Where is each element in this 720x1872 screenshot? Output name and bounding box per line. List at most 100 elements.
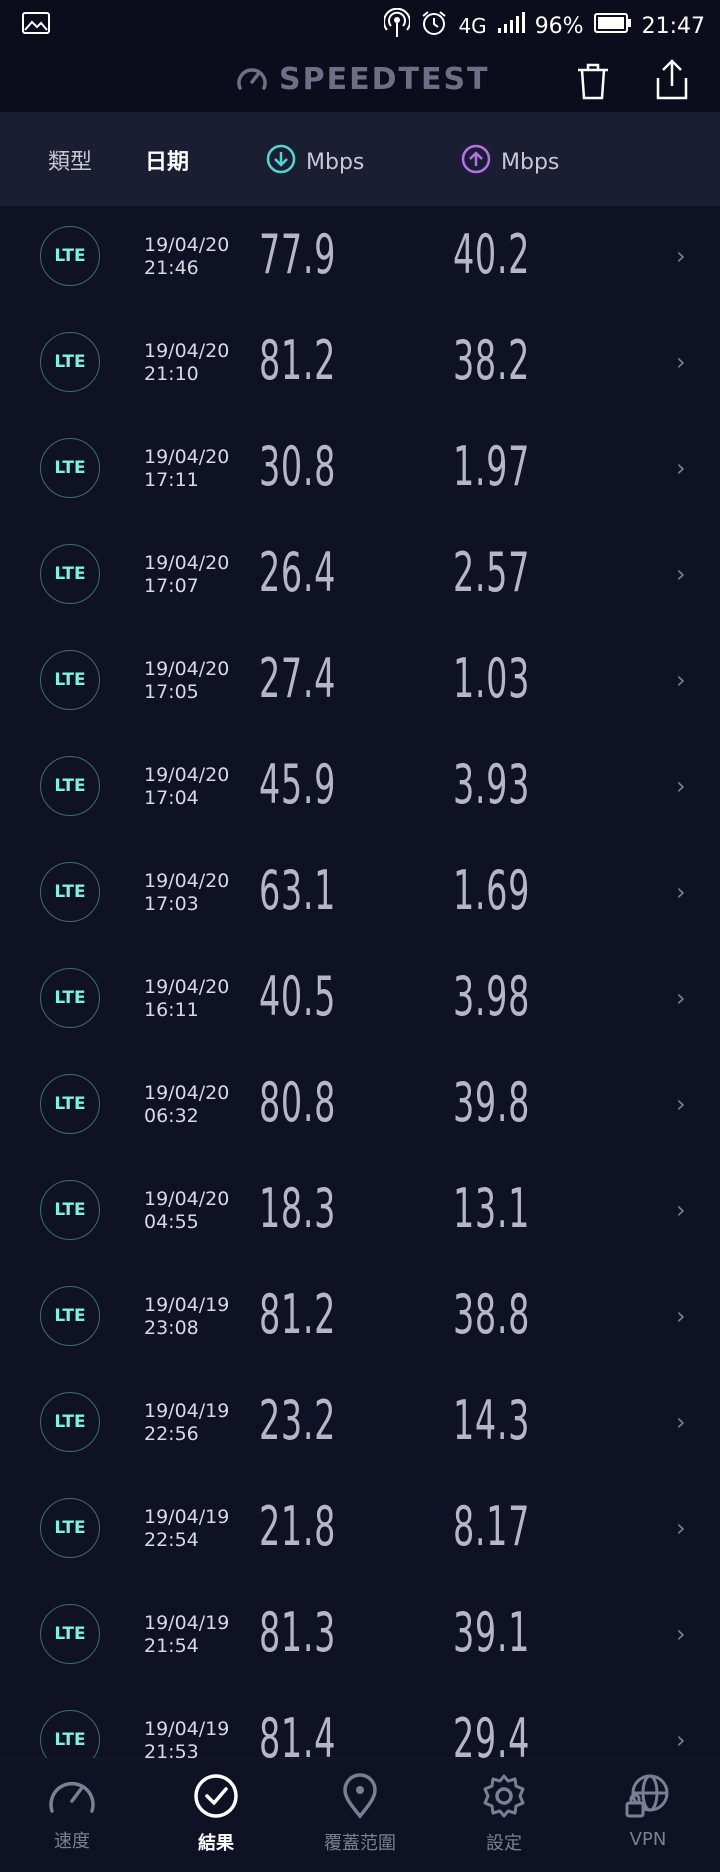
result-datetime: 19/04/20 17:11 (144, 446, 229, 492)
column-upload[interactable]: Mbps (461, 144, 559, 180)
column-download[interactable]: Mbps (266, 144, 364, 180)
hotspot-icon (383, 7, 412, 44)
connection-badge: LTE (40, 544, 100, 604)
connection-badge: LTE (40, 1180, 100, 1240)
result-datetime: 19/04/20 04:55 (144, 1188, 229, 1234)
connection-badge: LTE (40, 968, 100, 1028)
nav-vpn[interactable]: VPN (576, 1773, 720, 1850)
result-row[interactable]: LTE 19/04/19 22:56 23.2 14.3 › (0, 1372, 720, 1478)
result-row[interactable]: LTE 19/04/20 21:46 77.9 40.2 › (0, 206, 720, 312)
nav-settings-label: 設定 (486, 1833, 522, 1854)
chevron-right-icon: › (676, 560, 686, 588)
result-row[interactable]: LTE 19/04/19 22:54 21.8 8.17 › (0, 1478, 720, 1584)
result-date: 19/04/20 (144, 446, 230, 468)
result-row[interactable]: LTE 19/04/20 04:55 18.3 13.1 › (0, 1160, 720, 1266)
chevron-right-icon: › (676, 1408, 686, 1436)
share-button[interactable] (652, 58, 692, 102)
result-datetime: 19/04/20 16:11 (144, 976, 229, 1022)
download-value: 81.2 (259, 1283, 337, 1346)
trash-icon (574, 63, 612, 106)
result-time: 21:46 (144, 257, 199, 279)
chevron-right-icon: › (676, 984, 686, 1012)
connection-badge: LTE (40, 756, 100, 816)
result-datetime: 19/04/19 21:54 (144, 1612, 229, 1658)
result-datetime: 19/04/20 17:03 (144, 870, 229, 916)
nav-coverage[interactable]: 覆蓋范圍 (288, 1773, 432, 1855)
delete-button[interactable] (574, 60, 612, 102)
upload-value: 38.2 (453, 329, 531, 392)
result-time: 17:03 (144, 893, 199, 915)
result-time: 06:32 (144, 1105, 199, 1127)
download-value: 45.9 (259, 753, 337, 816)
result-row[interactable]: LTE 19/04/19 21:54 81.3 39.1 › (0, 1584, 720, 1690)
chevron-right-icon: › (676, 878, 686, 906)
result-date: 19/04/20 (144, 976, 230, 998)
chevron-right-icon: › (676, 242, 686, 270)
result-row[interactable]: LTE 19/04/19 23:08 81.2 38.8 › (0, 1266, 720, 1372)
nav-settings[interactable]: 設定 (432, 1773, 576, 1855)
upload-value: 2.57 (453, 541, 531, 604)
results-list[interactable]: LTE 19/04/20 21:46 77.9 40.2 › LTE 19/04/… (0, 206, 720, 1758)
upload-value: 29.4 (453, 1707, 531, 1759)
upload-value: 3.98 (453, 965, 531, 1028)
download-value: 40.5 (259, 965, 337, 1028)
result-date: 19/04/19 (144, 1400, 230, 1422)
result-row[interactable]: LTE 19/04/20 16:11 40.5 3.98 › (0, 948, 720, 1054)
result-datetime: 19/04/19 22:56 (144, 1400, 229, 1446)
download-value: 18.3 (259, 1177, 337, 1240)
download-unit: Mbps (306, 149, 365, 175)
nav-results[interactable]: 結果 (144, 1773, 288, 1855)
result-datetime: 19/04/19 23:08 (144, 1294, 229, 1340)
battery-percent: 96% (534, 13, 584, 39)
map-pin-icon (288, 1773, 432, 1819)
result-datetime: 19/04/19 21:53 (144, 1718, 229, 1758)
result-time: 17:11 (144, 469, 199, 491)
speedtest-logo: SPEEDTEST (235, 62, 490, 97)
result-row[interactable]: LTE 19/04/20 17:03 63.1 1.69 › (0, 842, 720, 948)
clock: 21:47 (641, 13, 705, 39)
signal-icon (497, 12, 525, 40)
result-row[interactable]: LTE 19/04/20 06:32 80.8 39.8 › (0, 1054, 720, 1160)
result-row[interactable]: LTE 19/04/20 21:10 81.2 38.2 › (0, 312, 720, 418)
download-value: 27.4 (259, 647, 337, 710)
alarm-icon (420, 9, 448, 43)
chevron-right-icon: › (676, 348, 686, 376)
upload-value: 1.69 (453, 859, 531, 922)
result-row[interactable]: LTE 19/04/19 21:53 81.4 29.4 › (0, 1690, 720, 1758)
share-icon (652, 59, 692, 106)
chevron-right-icon: › (676, 1620, 686, 1648)
result-datetime: 19/04/20 17:07 (144, 552, 229, 598)
result-row[interactable]: LTE 19/04/20 17:11 30.8 1.97 › (0, 418, 720, 524)
result-date: 19/04/20 (144, 1188, 230, 1210)
result-row[interactable]: LTE 19/04/20 17:05 27.4 1.03 › (0, 630, 720, 736)
gauge-icon (235, 63, 269, 97)
chevron-right-icon: › (676, 1302, 686, 1330)
nav-results-label: 結果 (198, 1833, 234, 1854)
result-datetime: 19/04/20 17:04 (144, 764, 229, 810)
upload-value: 8.17 (453, 1495, 531, 1558)
connection-badge: LTE (40, 226, 100, 286)
result-date: 19/04/20 (144, 1082, 230, 1104)
column-date[interactable]: 日期 (145, 144, 189, 176)
results-column-header: 類型 日期 Mbps Mbps (0, 112, 720, 206)
app-header: SPEEDTEST (0, 50, 720, 112)
result-time: 16:11 (144, 999, 199, 1021)
download-icon (266, 144, 296, 180)
download-value: 81.2 (259, 329, 337, 392)
nav-coverage-label: 覆蓋范圍 (324, 1833, 396, 1854)
upload-value: 14.3 (453, 1389, 531, 1452)
download-value: 26.4 (259, 541, 337, 604)
nav-speed[interactable]: 速度 (0, 1773, 144, 1853)
result-date: 19/04/20 (144, 764, 230, 786)
result-time: 17:05 (144, 681, 199, 703)
result-datetime: 19/04/19 22:54 (144, 1506, 229, 1552)
result-date: 19/04/19 (144, 1718, 230, 1740)
result-time: 23:08 (144, 1317, 199, 1339)
result-row[interactable]: LTE 19/04/20 17:07 26.4 2.57 › (0, 524, 720, 630)
bottom-navigation: 速度 結果 覆蓋范圍 設定 VPN (0, 1758, 720, 1872)
column-type[interactable]: 類型 (48, 144, 92, 176)
network-type: 4G (458, 14, 487, 38)
result-datetime: 19/04/20 06:32 (144, 1082, 229, 1128)
download-value: 21.8 (259, 1495, 337, 1558)
result-row[interactable]: LTE 19/04/20 17:04 45.9 3.93 › (0, 736, 720, 842)
